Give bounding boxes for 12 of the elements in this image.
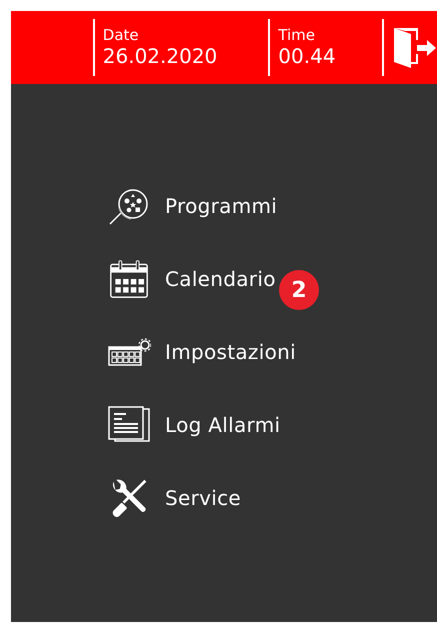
menu-item[interactable]: Impostazioni bbox=[107, 330, 296, 374]
date-value: 26.02.2020 bbox=[102, 44, 218, 68]
menu-item[interactable]: Log Allarmi bbox=[107, 403, 280, 447]
calendar-icon bbox=[107, 259, 151, 299]
time-label: Time bbox=[278, 27, 316, 44]
time-value: 00.44 bbox=[278, 44, 337, 68]
exit-icon[interactable] bbox=[391, 26, 437, 70]
date-label: Date bbox=[102, 27, 140, 44]
menu-item[interactable]: Service bbox=[107, 476, 242, 520]
menu-item[interactable]: Programmi bbox=[107, 184, 278, 228]
document-icon bbox=[107, 405, 151, 445]
number-badge: 2 bbox=[279, 270, 319, 310]
